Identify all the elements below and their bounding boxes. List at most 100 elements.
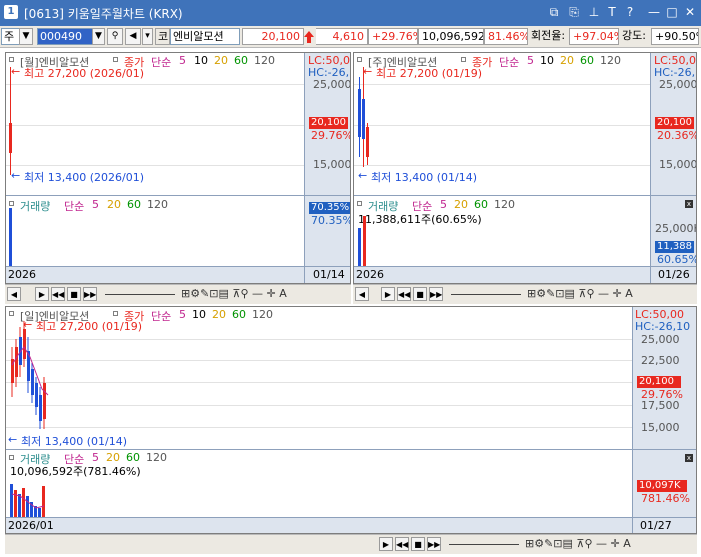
vol-ma60-label: 60 bbox=[474, 198, 488, 211]
copy-icon[interactable]: ⎘ bbox=[566, 4, 582, 20]
daily-candles bbox=[11, 321, 49, 429]
pin-icon[interactable]: ⊥ bbox=[586, 4, 602, 20]
prev-button[interactable]: ◀◀ bbox=[51, 287, 65, 301]
stop-button[interactable]: ■ bbox=[67, 287, 81, 301]
font-icon[interactable]: T bbox=[604, 4, 620, 20]
daily-price-tag: 20,100 bbox=[637, 376, 681, 388]
link-icon[interactable]: ⧉ bbox=[546, 4, 562, 20]
weekly-vol-tag: 11,388 bbox=[655, 241, 694, 253]
vol-ma60-label: 60 bbox=[127, 198, 141, 211]
legend-close-toggle[interactable] bbox=[461, 57, 466, 62]
price-change-pct: +29.76% bbox=[368, 28, 418, 45]
daily-date-right: 01/27 bbox=[640, 519, 672, 532]
code-dropdown-icon[interactable]: ▼ bbox=[92, 28, 105, 45]
maximize-icon[interactable]: □ bbox=[664, 4, 680, 20]
legend-close-toggle[interactable] bbox=[113, 311, 118, 316]
monthly-volume-axis: 70.35% 70.35% bbox=[304, 196, 350, 266]
weekly-candle-3-body bbox=[366, 127, 369, 157]
chart-tools-icon[interactable]: ⊞⚙✎⊡▤ ⊼⚲ — ✛ A bbox=[181, 287, 287, 300]
chart-tools-icon[interactable]: ⊞⚙✎⊡▤ ⊼⚲ — ✛ A bbox=[527, 287, 633, 300]
next-button[interactable]: ▶▶ bbox=[429, 287, 443, 301]
ma60-label: 60 bbox=[232, 308, 246, 321]
weekly-price-plot[interactable]: [주]엔비알모션 종가 단순 5 10 20 60 120 ← 최고 27,20… bbox=[354, 53, 650, 195]
weekly-high-arrow: ← bbox=[363, 65, 373, 78]
monthly-chart-pane: [월]엔비알모션 종가 단순 5 10 20 60 120 ← 최고 27,20… bbox=[5, 52, 351, 284]
vol-ma5-label: 5 bbox=[440, 198, 447, 211]
weekly-date-left: 2026 bbox=[356, 268, 384, 281]
ma10-label: 10 bbox=[540, 54, 554, 67]
scroll-left-button[interactable]: ◀ bbox=[355, 287, 369, 301]
arrow-up-icon bbox=[303, 30, 315, 44]
vol-ma120-label: 120 bbox=[494, 198, 515, 211]
daily-price-axis: LC:50,00 HC:-26,10 25,000 22,500 20,100 … bbox=[632, 307, 696, 449]
daily-vol-tag2: 781.46% bbox=[641, 492, 690, 505]
stop-button[interactable]: ■ bbox=[413, 287, 427, 301]
legend-toggle[interactable] bbox=[9, 57, 14, 62]
stop-button[interactable]: ■ bbox=[411, 537, 425, 551]
ma20-label: 20 bbox=[560, 54, 574, 67]
stock-name[interactable]: 엔비알모션 bbox=[170, 28, 240, 45]
daily-vol-close-icon[interactable]: x bbox=[685, 454, 693, 462]
stock-code-input[interactable]: 000490 bbox=[37, 28, 93, 45]
daily-date-bar: 2026/01 01/27 bbox=[6, 517, 696, 533]
weekly-volume-plot[interactable]: 거래량 단순 5 20 60 120 11,388,611주(60.65%) bbox=[354, 196, 650, 266]
period-select[interactable]: 주 bbox=[1, 28, 21, 45]
minimize-icon[interactable]: — bbox=[646, 4, 662, 20]
weekly-vol-close-icon[interactable]: x bbox=[685, 200, 693, 208]
daily-price-plot[interactable]: [일]엔비알모션 종가 단순 5 10 20 60 120 ← 최고 27,20… bbox=[6, 307, 632, 449]
vol-legend-toggle[interactable] bbox=[357, 201, 362, 206]
legend-close-toggle[interactable] bbox=[113, 57, 118, 62]
monthly-low-label: 최저 13,400 (2026/01) bbox=[24, 171, 145, 184]
vol-legend-toggle[interactable] bbox=[9, 201, 14, 206]
ma120-label: 120 bbox=[600, 54, 621, 67]
weekly-tick-15000: 15,000 bbox=[659, 158, 697, 171]
zoom-slider-track[interactable] bbox=[105, 294, 175, 295]
play-right-button[interactable]: ▶ bbox=[35, 287, 49, 301]
vol-ma5-label: 5 bbox=[92, 198, 99, 211]
ma5-label: 5 bbox=[179, 308, 186, 321]
help-icon[interactable]: ? bbox=[622, 4, 638, 20]
turnover-value: +97.04% bbox=[569, 28, 619, 45]
chevron-down-icon[interactable]: ▼ bbox=[19, 28, 33, 45]
monthly-tick-25000: 25,000 bbox=[313, 78, 351, 91]
daily-tick-15000: 15,000 bbox=[641, 421, 680, 434]
weekly-date-bar: 2026 01/26 bbox=[354, 266, 696, 283]
monthly-price-plot[interactable]: [월]엔비알모션 종가 단순 5 10 20 60 120 ← 최고 27,20… bbox=[6, 53, 304, 195]
ma10-label: 10 bbox=[192, 308, 206, 321]
close-icon[interactable]: ✕ bbox=[682, 4, 698, 20]
current-price: 20,100 bbox=[242, 28, 304, 45]
chart-tools-icon[interactable]: ⊞⚙✎⊡▤ ⊼⚲ — ✛ A bbox=[525, 537, 631, 550]
prev-button[interactable]: ◀◀ bbox=[397, 287, 411, 301]
scroll-left-button[interactable]: ◀ bbox=[7, 287, 21, 301]
play-right-button[interactable]: ▶ bbox=[381, 287, 395, 301]
speaker-icon[interactable]: ◀ bbox=[125, 28, 141, 45]
speaker-dropdown-icon[interactable]: ▾ bbox=[142, 28, 153, 45]
monthly-vol-legend-name: 거래량 bbox=[20, 200, 51, 213]
zoom-slider-track[interactable] bbox=[449, 544, 519, 545]
app-icon: 1 bbox=[4, 5, 18, 19]
daily-volume-plot[interactable]: 거래량 단순 5 20 60 120 10,096,592주(781.46%) bbox=[6, 450, 632, 517]
monthly-legend-simple: 단순 bbox=[151, 56, 172, 69]
play-right-button[interactable]: ▶ bbox=[379, 537, 393, 551]
monthly-price-tag: 20,100 bbox=[309, 117, 348, 129]
weekly-volume-axis: x 25,000K 11,388 60.65% bbox=[650, 196, 696, 266]
prev-button[interactable]: ◀◀ bbox=[395, 537, 409, 551]
weekly-candle-1-body bbox=[358, 89, 361, 137]
legend-toggle[interactable] bbox=[357, 57, 362, 62]
zoom-slider-track[interactable] bbox=[451, 294, 521, 295]
weekly-price-tag: 20,100 bbox=[655, 117, 694, 129]
weekly-chart-pane: [주]엔비알모션 종가 단순 5 10 20 60 120 ← 최고 27,20… bbox=[353, 52, 697, 284]
next-button[interactable]: ▶▶ bbox=[427, 537, 441, 551]
monthly-date-bar: 2026 01/14 bbox=[6, 266, 350, 283]
search-icon[interactable]: ⚲ bbox=[107, 28, 123, 45]
weekly-vol-value: 11,388,611주(60.65%) bbox=[358, 213, 482, 226]
daily-volume-bars bbox=[10, 484, 45, 517]
daily-legend-simple: 단순 bbox=[151, 310, 172, 323]
toolbar: 주 ▼ 000490 ▼ ⚲ ◀ ▾ 코 엔비알모션 20,100 4,610 … bbox=[0, 26, 701, 48]
monthly-volume-plot[interactable]: 거래량 단순 5 20 60 120 bbox=[6, 196, 304, 266]
monthly-vol-tag2: 70.35% bbox=[311, 214, 351, 227]
vol-ma120-label: 120 bbox=[146, 451, 167, 464]
strength-value: +90.50% bbox=[651, 28, 699, 45]
next-button[interactable]: ▶▶ bbox=[83, 287, 97, 301]
weekly-volume-bar-2 bbox=[363, 216, 366, 266]
